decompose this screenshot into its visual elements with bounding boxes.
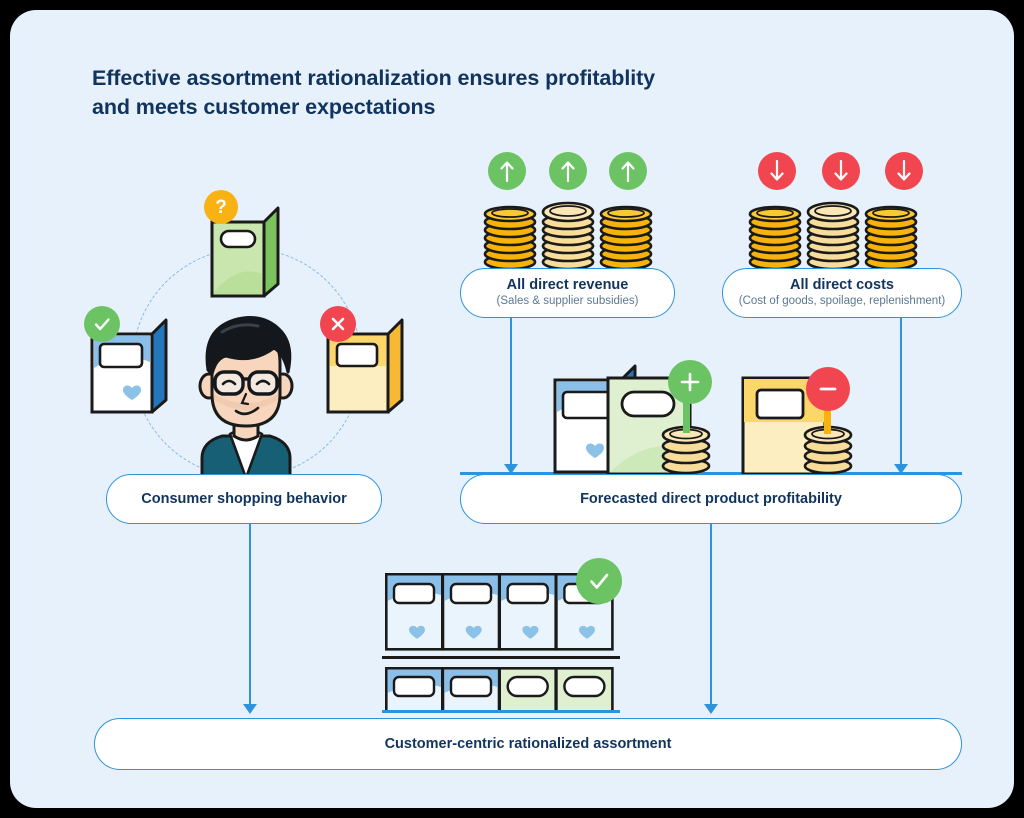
shopper-avatar bbox=[182, 308, 310, 480]
cost-down-indicator-3 bbox=[885, 152, 923, 190]
shelf-bottom-row bbox=[384, 666, 617, 714]
cost-coin-stack-3 bbox=[863, 200, 919, 271]
close-icon bbox=[331, 317, 345, 331]
node-all-direct-revenue[interactable]: All direct revenue (Sales & supplier sub… bbox=[460, 268, 675, 318]
revenue-coin-stack-2 bbox=[540, 196, 596, 271]
cost-down-indicator-1 bbox=[758, 152, 796, 190]
costs-subtitle: (Cost of goods, spoilage, replenishment) bbox=[738, 295, 946, 308]
consumer-title: Consumer shopping behavior bbox=[141, 491, 347, 507]
title-line-2: and meets customer expectations bbox=[92, 94, 436, 119]
connector-forecast-to-assortment bbox=[710, 524, 713, 710]
check-icon bbox=[590, 573, 609, 589]
shelf-approved-badge bbox=[576, 558, 622, 604]
node-consumer-shopping-behavior[interactable]: Consumer shopping behavior bbox=[106, 474, 382, 524]
costs-title: All direct costs bbox=[790, 276, 894, 293]
arrow-down-icon bbox=[770, 160, 784, 181]
revenue-up-indicator-1 bbox=[488, 152, 526, 190]
revenue-title: All direct revenue bbox=[506, 276, 629, 293]
infographic-panel: Effective assortment rationalization ens… bbox=[10, 10, 1014, 808]
plus-icon bbox=[680, 372, 700, 392]
minus-icon bbox=[819, 387, 837, 391]
question-badge-glyph: ? bbox=[215, 196, 227, 218]
revenue-subtitle: (Sales & supplier subsidies) bbox=[496, 295, 639, 308]
arrow-up-icon bbox=[500, 161, 514, 182]
assortment-title: Customer-centric rationalized assortment bbox=[384, 736, 672, 752]
connector-consumer-arrowhead bbox=[242, 704, 257, 714]
connector-revenue-to-forecast bbox=[510, 318, 513, 470]
shelf-ground-line bbox=[382, 710, 620, 713]
question-badge: ? bbox=[204, 190, 238, 224]
revenue-coin-stack-3 bbox=[598, 200, 654, 271]
check-icon bbox=[94, 318, 110, 331]
connector-forecast-arrowhead bbox=[703, 704, 718, 714]
node-forecasted-profitability[interactable]: Forecasted direct product profitability bbox=[460, 474, 962, 524]
forecast-title: Forecasted direct product profitability bbox=[580, 491, 842, 507]
arrow-up-icon bbox=[621, 161, 635, 182]
unprofitable-minus-badge bbox=[806, 367, 850, 411]
shelf-divider bbox=[382, 656, 620, 660]
arrow-up-icon bbox=[561, 161, 575, 182]
revenue-up-indicator-2 bbox=[549, 152, 587, 190]
page-title: Effective assortment rationalization ens… bbox=[92, 64, 792, 121]
revenue-coin-stack-1 bbox=[482, 200, 538, 271]
arrow-down-icon bbox=[834, 160, 848, 181]
title-line-1: Effective assortment rationalization ens… bbox=[92, 66, 655, 90]
cost-coin-stack-2 bbox=[805, 196, 861, 271]
connector-costs-to-forecast bbox=[900, 318, 903, 470]
cost-coin-stack-1 bbox=[747, 200, 803, 271]
revenue-up-indicator-3 bbox=[609, 152, 647, 190]
profitable-plus-badge bbox=[668, 360, 712, 404]
node-customer-centric-assortment[interactable]: Customer-centric rationalized assortment bbox=[94, 718, 962, 770]
node-all-direct-costs[interactable]: All direct costs (Cost of goods, spoilag… bbox=[722, 268, 962, 318]
cost-down-indicator-2 bbox=[822, 152, 860, 190]
accepted-badge bbox=[84, 306, 120, 342]
connector-consumer-to-assortment bbox=[249, 524, 252, 710]
arrow-down-icon bbox=[897, 160, 911, 181]
rejected-badge bbox=[320, 306, 356, 342]
